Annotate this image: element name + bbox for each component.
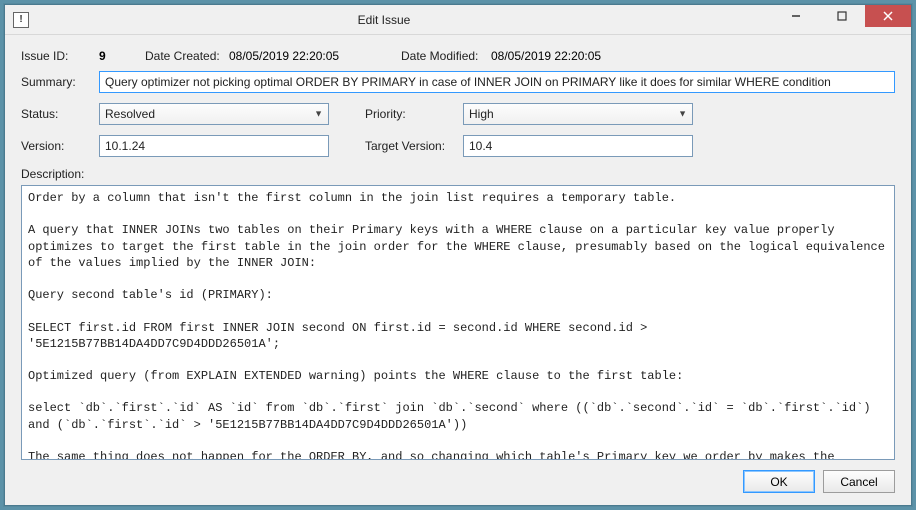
status-label: Status: (21, 107, 99, 121)
target-version-input[interactable] (463, 135, 693, 157)
edit-issue-window: ! Edit Issue Issue ID: 9 Date Created: 0… (4, 4, 912, 506)
date-modified-value: 08/05/2019 22:20:05 (491, 49, 601, 63)
issue-id-label: Issue ID: (21, 49, 99, 63)
app-icon: ! (13, 12, 29, 28)
summary-input[interactable] (99, 71, 895, 93)
version-row: Version: Target Version: (21, 135, 895, 157)
priority-label: Priority: (365, 107, 463, 121)
meta-row: Issue ID: 9 Date Created: 08/05/2019 22:… (21, 49, 895, 63)
issue-id-value: 9 (99, 49, 145, 63)
target-version-label: Target Version: (365, 139, 463, 153)
titlebar[interactable]: ! Edit Issue (5, 5, 911, 35)
window-title: Edit Issue (35, 13, 733, 27)
summary-label: Summary: (21, 75, 99, 89)
date-modified-label: Date Modified: (401, 49, 491, 63)
dialog-content: Issue ID: 9 Date Created: 08/05/2019 22:… (5, 35, 911, 505)
cancel-button[interactable]: Cancel (823, 470, 895, 493)
summary-row: Summary: (21, 71, 895, 93)
date-created-label: Date Created: (145, 49, 229, 63)
status-priority-row: Status: ▼ Priority: ▼ (21, 103, 895, 125)
description-textarea[interactable] (21, 185, 895, 460)
dialog-footer: OK Cancel (21, 460, 895, 493)
description-label: Description: (21, 167, 895, 181)
version-label: Version: (21, 139, 99, 153)
minimize-button[interactable] (773, 5, 819, 27)
maximize-button[interactable] (819, 5, 865, 27)
close-button[interactable] (865, 5, 911, 27)
ok-button[interactable]: OK (743, 470, 815, 493)
priority-select[interactable] (463, 103, 693, 125)
version-input[interactable] (99, 135, 329, 157)
status-select[interactable] (99, 103, 329, 125)
date-created-value: 08/05/2019 22:20:05 (229, 49, 369, 63)
